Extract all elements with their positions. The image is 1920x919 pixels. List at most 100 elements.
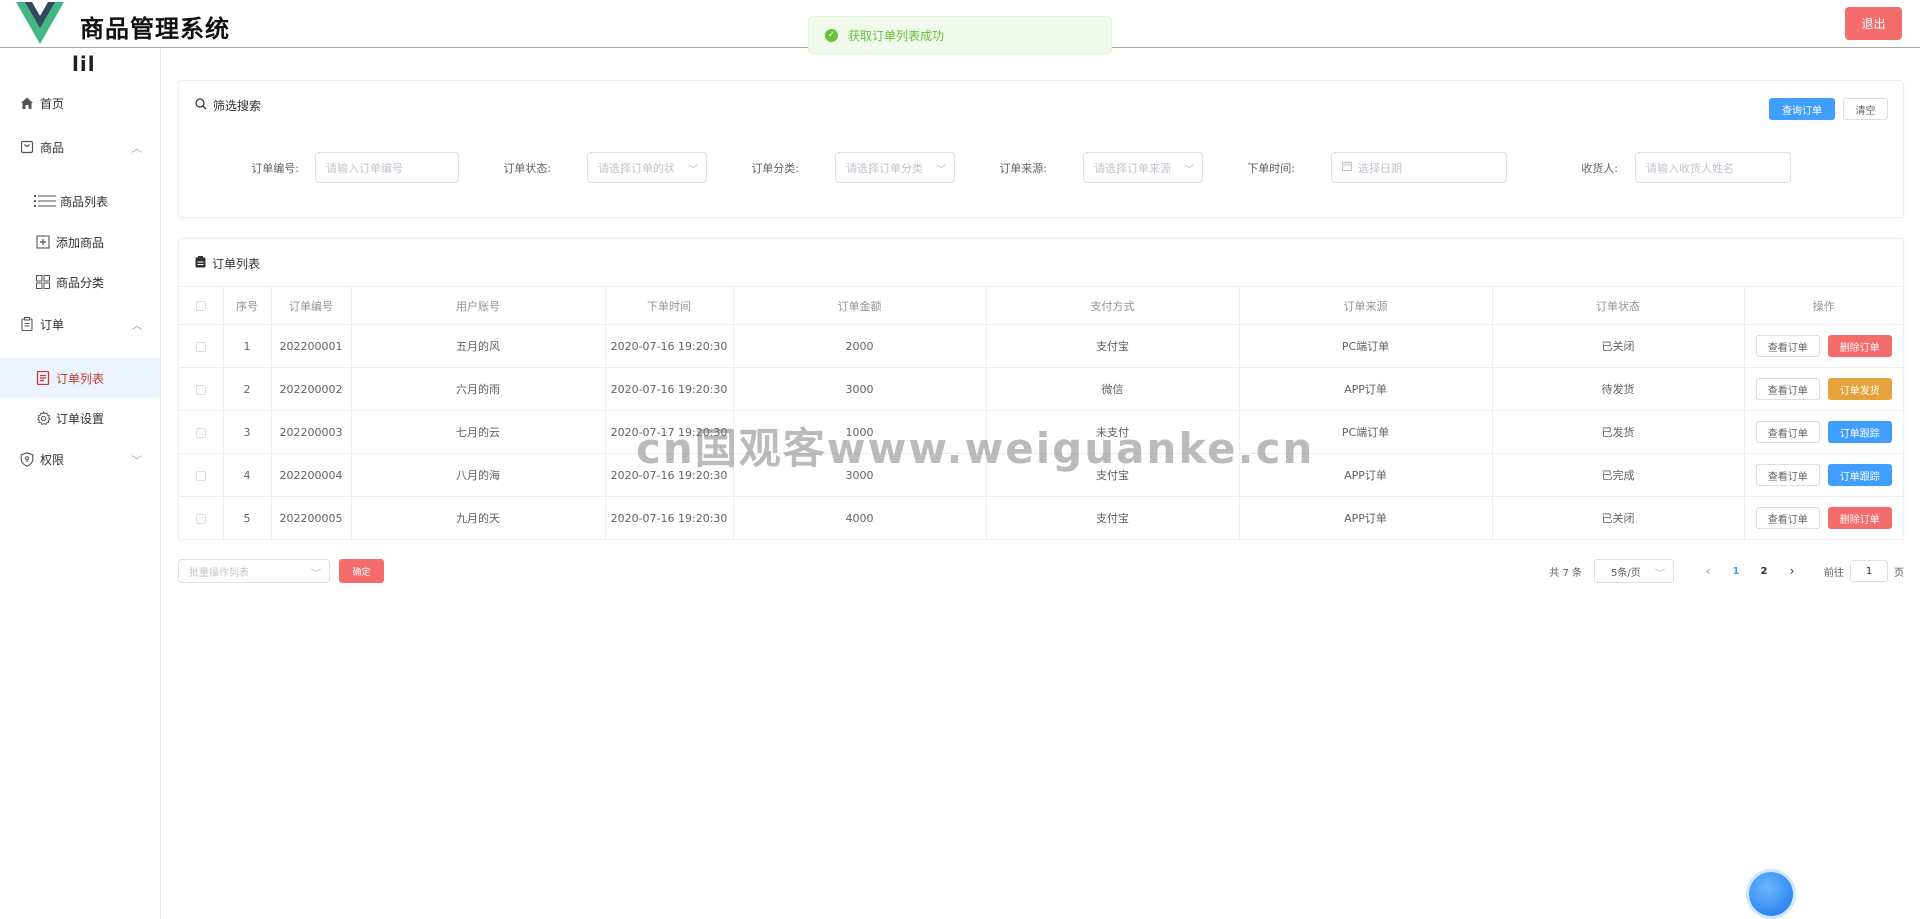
- sidebar-item-label: 订单设置: [56, 411, 105, 426]
- row-checkbox[interactable]: [195, 470, 206, 481]
- filter-title: 筛选搜索: [213, 99, 262, 113]
- view-order-button[interactable]: 查看订单: [1755, 507, 1820, 529]
- view-order-button[interactable]: 查看订单: [1755, 421, 1820, 443]
- sidebar-item-add-goods[interactable]: 添加商品: [0, 222, 160, 262]
- sidebar-item-order-settings[interactable]: 订单设置: [0, 398, 160, 438]
- order-source-select[interactable]: 请选择订单来源 ﹀: [1083, 152, 1203, 183]
- collapse-toggle[interactable]: lil: [72, 52, 96, 76]
- cell-index: 2: [223, 367, 272, 411]
- select-all-checkbox[interactable]: [195, 301, 206, 311]
- sidebar-item-label: 权限: [40, 452, 65, 467]
- row-checkbox[interactable]: [195, 384, 206, 395]
- cell-source: APP订单: [1239, 453, 1493, 497]
- receiver-name-input[interactable]: 请输入收货人姓名: [1635, 152, 1791, 183]
- select-all-cell[interactable]: [179, 286, 224, 325]
- order-status-select[interactable]: 请选择订单的状态 ﹀: [587, 152, 707, 183]
- search-icon: [195, 98, 207, 113]
- table-header-row: 序号 订单编号 用户账号 下单时间 订单金额 支付方式 订单来源 订单状态 操作: [179, 286, 1903, 325]
- table-row: 2 202200002 六月的雨 2020-07-16 19:20:30 300…: [179, 367, 1903, 411]
- table-row: 4 202200004 八月的海 2020-07-16 19:20:30 300…: [179, 453, 1903, 497]
- cell-status: 已关闭: [1492, 496, 1745, 540]
- batch-action-placeholder: 批量操作列表: [189, 567, 249, 579]
- sidebar-item-goods[interactable]: 商品 ︿: [0, 127, 160, 167]
- cell-time: 2020-07-17 19:20:30: [605, 410, 734, 454]
- cell-amount: 2000: [733, 324, 987, 368]
- field-label-order-status: 订单状态:: [503, 162, 551, 175]
- page-2-button[interactable]: 2: [1750, 566, 1778, 577]
- chevron-down-icon: ﹀: [936, 165, 946, 176]
- calendar-icon: [1342, 161, 1352, 174]
- cell-order-id: 202200002: [271, 367, 352, 411]
- row-select-cell[interactable]: [179, 496, 224, 540]
- view-order-button[interactable]: 查看订单: [1755, 464, 1820, 486]
- sidebar-item-goods-list[interactable]: 商品列表: [0, 181, 160, 221]
- logout-button[interactable]: 退出: [1845, 7, 1902, 40]
- page-size-select[interactable]: 5条/页 ﹀: [1594, 559, 1674, 583]
- sidebar-item-goods-category[interactable]: 商品分类: [0, 262, 160, 302]
- ship-order-button[interactable]: 订单发货: [1827, 378, 1892, 400]
- goto-page-input[interactable]: 1: [1850, 560, 1888, 582]
- row-select-cell[interactable]: [179, 410, 224, 454]
- app-title: 商品管理系统: [80, 15, 230, 43]
- page-1-button[interactable]: 1: [1722, 566, 1750, 577]
- order-category-select[interactable]: 请选择订单分类 ﹀: [835, 152, 955, 183]
- row-select-cell[interactable]: [179, 453, 224, 497]
- success-toast: ✓ 获取订单列表成功: [808, 16, 1112, 54]
- order-list-header: 订单列表: [195, 255, 260, 272]
- view-order-button[interactable]: 查看订单: [1755, 335, 1820, 357]
- cell-user: 九月的天: [351, 496, 606, 540]
- cell-status: 待发货: [1492, 367, 1745, 411]
- order-table: 序号 订单编号 用户账号 下单时间 订单金额 支付方式 订单来源 订单状态 操作…: [179, 286, 1903, 540]
- view-order-button[interactable]: 查看订单: [1755, 378, 1820, 400]
- pagination: 共 7 条 5条/页 ﹀ ‹ 1 2 › 前往 1 页: [1549, 559, 1904, 583]
- sidebar-item-label: 订单: [40, 317, 65, 332]
- sidebar-item-label: 商品列表: [60, 194, 109, 209]
- sidebar-item-home[interactable]: 首页: [0, 83, 160, 123]
- cell-status: 已发货: [1492, 410, 1745, 454]
- row-select-cell[interactable]: [179, 367, 224, 411]
- prev-page-icon[interactable]: ‹: [1694, 564, 1722, 578]
- clipboard-icon: [195, 256, 206, 271]
- batch-confirm-button[interactable]: 确定: [339, 559, 384, 583]
- field-label-order-time: 下单时间:: [1247, 162, 1295, 175]
- cell-order-id: 202200005: [271, 496, 352, 540]
- clipboard-icon: [18, 317, 36, 331]
- row-checkbox[interactable]: [195, 513, 206, 524]
- floating-assistant-icon[interactable]: [1749, 872, 1793, 916]
- row-checkbox[interactable]: [195, 427, 206, 438]
- batch-action-select[interactable]: 批量操作列表 ﹀: [178, 559, 330, 583]
- shield-icon: [18, 451, 36, 467]
- field-label-order-source: 订单来源:: [999, 162, 1047, 175]
- cell-source: APP订单: [1239, 367, 1493, 411]
- field-label-receiver: 收货人:: [1581, 162, 1618, 175]
- home-icon: [18, 96, 36, 110]
- cell-user: 六月的雨: [351, 367, 606, 411]
- track-order-button[interactable]: 订单跟踪: [1827, 421, 1892, 443]
- order-id-input[interactable]: 请输入订单编号: [315, 152, 459, 183]
- cell-pay: 支付宝: [986, 324, 1240, 368]
- list-icon: [34, 194, 56, 208]
- chevron-down-icon: ﹀: [688, 165, 698, 176]
- clear-button[interactable]: 清空: [1843, 98, 1888, 120]
- cell-pay: 支付宝: [986, 496, 1240, 540]
- cell-time: 2020-07-16 19:20:30: [605, 367, 734, 411]
- order-date-picker[interactable]: 选择日期: [1331, 152, 1507, 183]
- column-header: 订单状态: [1492, 286, 1745, 325]
- row-select-cell[interactable]: [179, 324, 224, 368]
- sidebar-item-permissions[interactable]: 权限 ﹀: [0, 439, 160, 479]
- track-order-button[interactable]: 订单跟踪: [1827, 464, 1892, 486]
- chevron-down-icon: ﹀: [1184, 165, 1194, 176]
- delete-order-button[interactable]: 删除订单: [1827, 335, 1892, 357]
- cell-status: 已完成: [1492, 453, 1745, 497]
- next-page-icon[interactable]: ›: [1778, 564, 1806, 578]
- toast-message: 获取订单列表成功: [848, 28, 945, 43]
- cell-time: 2020-07-16 19:20:30: [605, 324, 734, 368]
- row-checkbox[interactable]: [195, 341, 206, 352]
- column-header: 下单时间: [605, 286, 734, 325]
- cell-time: 2020-07-16 19:20:30: [605, 496, 734, 540]
- delete-order-button[interactable]: 删除订单: [1827, 507, 1892, 529]
- sidebar-item-order-list[interactable]: 订单列表: [0, 358, 160, 398]
- sidebar-item-orders[interactable]: 订单 ︿: [0, 304, 160, 344]
- chevron-down-icon: ﹀: [132, 456, 142, 467]
- query-orders-button[interactable]: 查询订单: [1769, 98, 1835, 120]
